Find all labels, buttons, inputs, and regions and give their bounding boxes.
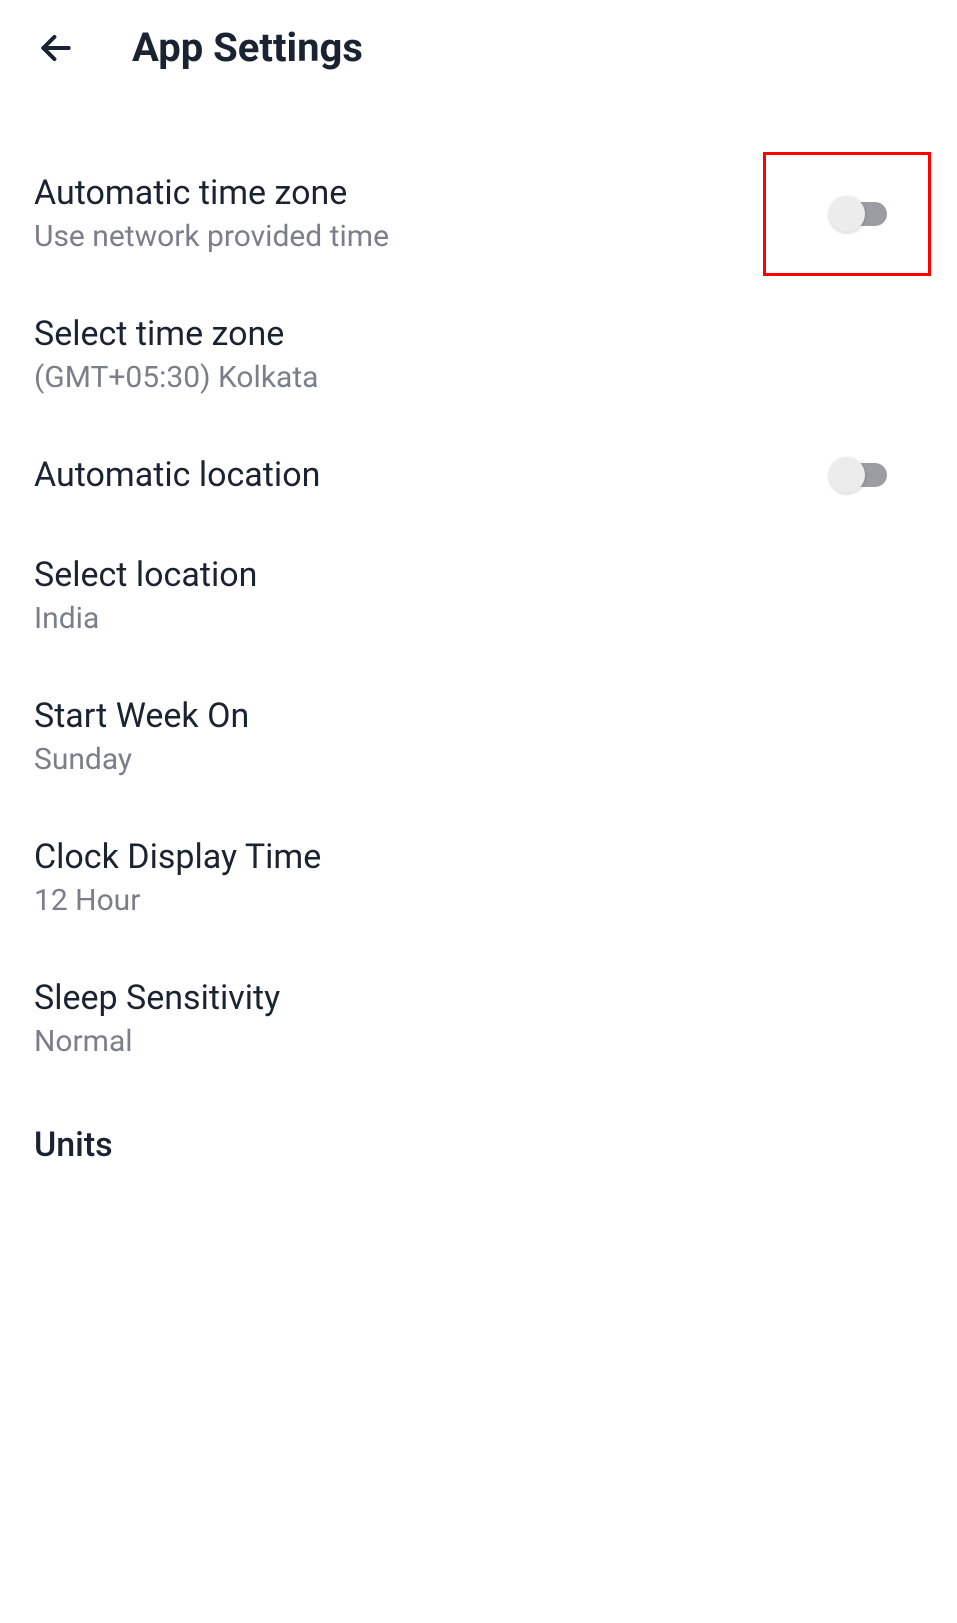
setting-subtitle: India xyxy=(34,601,257,636)
start-week-on-row[interactable]: Start Week On Sunday xyxy=(34,666,923,807)
setting-subtitle: Sunday xyxy=(34,742,249,777)
setting-title: Units xyxy=(34,1125,923,1165)
setting-text: Automatic time zone Use network provided… xyxy=(34,173,389,254)
setting-title: Select time zone xyxy=(34,314,318,354)
setting-text: Select location India xyxy=(34,555,257,636)
units-section-header[interactable]: Units xyxy=(34,1089,923,1177)
setting-title: Select location xyxy=(34,555,257,595)
arrow-left-icon xyxy=(37,29,75,67)
setting-title: Clock Display Time xyxy=(34,837,321,877)
select-location-row[interactable]: Select location India xyxy=(34,525,923,666)
setting-text: Sleep Sensitivity Normal xyxy=(34,978,280,1059)
setting-title: Automatic time zone xyxy=(34,173,389,213)
app-header: App Settings xyxy=(0,0,957,95)
setting-text: Automatic location xyxy=(34,455,320,495)
setting-text: Start Week On Sunday xyxy=(34,696,249,777)
toggle-thumb xyxy=(829,196,865,232)
setting-text: Clock Display Time 12 Hour xyxy=(34,837,321,918)
setting-subtitle: (GMT+05:30) Kolkata xyxy=(34,360,318,395)
back-button[interactable] xyxy=(36,28,76,68)
setting-title: Automatic location xyxy=(34,455,320,495)
setting-title: Sleep Sensitivity xyxy=(34,978,280,1018)
page-title: App Settings xyxy=(132,24,363,71)
setting-subtitle: Use network provided time xyxy=(34,219,389,254)
clock-display-time-row[interactable]: Clock Display Time 12 Hour xyxy=(34,807,923,948)
settings-list: Automatic time zone Use network provided… xyxy=(0,95,957,1177)
automatic-location-row[interactable]: Automatic location xyxy=(34,425,923,525)
toggle-thumb xyxy=(829,457,865,493)
setting-text: Select time zone (GMT+05:30) Kolkata xyxy=(34,314,318,395)
setting-title: Start Week On xyxy=(34,696,249,736)
sleep-sensitivity-row[interactable]: Sleep Sensitivity Normal xyxy=(34,948,923,1089)
setting-subtitle: 12 Hour xyxy=(34,883,321,918)
setting-subtitle: Normal xyxy=(34,1024,280,1059)
automatic-time-zone-row[interactable]: Automatic time zone Use network provided… xyxy=(34,143,923,284)
automatic-time-zone-toggle[interactable] xyxy=(829,196,893,232)
select-time-zone-row[interactable]: Select time zone (GMT+05:30) Kolkata xyxy=(34,284,923,425)
automatic-location-toggle[interactable] xyxy=(829,457,893,493)
